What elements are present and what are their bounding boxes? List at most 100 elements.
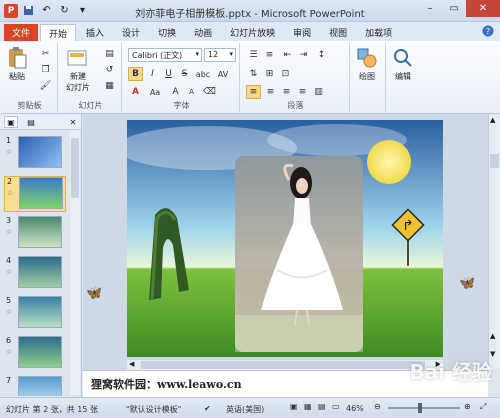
fit-to-window-icon[interactable]: ⤢ <box>480 402 486 412</box>
help-icon[interactable]: ? <box>482 25 494 40</box>
close-pane-icon[interactable]: ✕ <box>66 116 80 128</box>
font-name-value: Calibri (正文) <box>132 51 183 60</box>
section-icon[interactable]: ▦ <box>102 79 117 93</box>
close-button[interactable]: ✕ <box>466 0 500 17</box>
increase-indent-icon[interactable]: ⇥ <box>296 48 311 62</box>
tab-transitions[interactable]: 切换 <box>150 24 184 41</box>
case-button[interactable]: Aa <box>146 85 164 99</box>
grow-font-icon[interactable]: A <box>168 85 183 99</box>
ribbon: 粘贴 ✂ ❐ 🖌 剪贴板 新建 幻灯片 ▤ ↺ ▦ 幻灯片 Calibri (正… <box>0 41 500 114</box>
slide-thumbnail[interactable]: 6 ☆ <box>4 336 66 372</box>
font-size-combo[interactable]: 12 ▾ <box>204 48 236 62</box>
reading-view-icon[interactable]: ▤ <box>318 402 326 411</box>
scrollbar-thumb[interactable] <box>71 138 79 198</box>
cut-icon[interactable]: ✂ <box>38 47 53 61</box>
slide-thumbnail[interactable]: 4 ☆ <box>4 256 66 292</box>
font-color-icon[interactable]: A <box>128 85 143 99</box>
line-spacing-icon[interactable]: ↕ <box>314 48 329 62</box>
slide-thumbnail[interactable]: 3 ☆ <box>4 216 66 252</box>
thumb-number: 7 <box>6 376 12 385</box>
strikethrough-button[interactable]: S <box>177 67 192 81</box>
maximize-button[interactable]: ▭ <box>442 0 466 17</box>
thumb-number: 3 <box>6 216 12 225</box>
tab-slideshow[interactable]: 幻灯片放映 <box>222 24 283 41</box>
slide-thumbnail[interactable]: 1 ☆ <box>4 136 66 172</box>
spacing-button[interactable]: AV <box>214 67 232 81</box>
slide-thumbnail[interactable]: 7 <box>4 376 66 396</box>
drawing-label: 绘图 <box>359 72 375 81</box>
language: 英语(美国) <box>226 405 265 414</box>
slides-group-label: 幻灯片 <box>78 101 103 110</box>
scrollbar-thumb[interactable] <box>141 361 425 369</box>
align-text-icon[interactable]: ⊞ <box>262 67 277 81</box>
tab-review[interactable]: 审阅 <box>285 24 319 41</box>
align-center-icon[interactable]: ≡ <box>263 85 278 99</box>
slide-thumbnail-selected[interactable]: 2 ☆ <box>4 176 66 212</box>
bullets-icon[interactable]: ☰ <box>246 48 261 62</box>
italic-button[interactable]: I <box>145 67 160 81</box>
thumb-number: 1 <box>6 136 12 145</box>
font-name-combo[interactable]: Calibri (正文) ▾ <box>128 48 202 62</box>
scroll-left-icon[interactable]: ◀ <box>129 360 134 368</box>
ribbon-tabs: 文件 开始 插入 设计 切换 动画 幻灯片放映 审阅 视图 加载项 ? <box>0 22 500 41</box>
slide-canvas[interactable]: ↱ <box>127 120 443 357</box>
outline-tab-icon[interactable]: ▤ <box>24 116 38 128</box>
thumb-image <box>18 216 62 248</box>
slideshow-icon[interactable]: ▭ <box>332 402 340 411</box>
slides-tab-icon[interactable]: ▣ <box>4 116 18 128</box>
new-slide-label: 新建 <box>70 72 86 81</box>
bold-button[interactable]: B <box>128 67 143 81</box>
transition-star-icon: ☆ <box>6 148 13 156</box>
previous-slide-icon[interactable]: ▲ <box>490 332 495 340</box>
slide-vertical-scrollbar[interactable]: ▲ ▲ ▼ <box>488 114 500 370</box>
shadow-button[interactable]: abc <box>194 67 212 81</box>
reset-icon[interactable]: ↺ <box>102 63 117 77</box>
editing-button[interactable]: 编辑 <box>392 47 414 82</box>
slide-sorter-icon[interactable]: ▦ <box>304 402 312 411</box>
slide-horizontal-scrollbar[interactable]: ◀ ▶ <box>127 360 443 370</box>
slide-thumbnail[interactable]: 5 ☆ <box>4 296 66 332</box>
zoom-out-icon[interactable]: ⊖ <box>374 402 381 411</box>
format-painter-icon[interactable]: 🖌 <box>38 79 53 93</box>
tab-home[interactable]: 开始 <box>40 24 77 41</box>
align-left-icon[interactable]: ≡ <box>246 85 261 99</box>
tab-insert[interactable]: 插入 <box>78 24 112 41</box>
tab-file[interactable]: 文件 <box>4 24 39 41</box>
layout-icon[interactable]: ▤ <box>102 47 117 61</box>
decrease-indent-icon[interactable]: ⇤ <box>280 48 295 62</box>
justify-icon[interactable]: ≡ <box>295 85 310 99</box>
slides-pane: ▣ ▤ ✕ 1 ☆ 2 ☆ 3 ☆ 4 ☆ 5 ☆ 6 ☆ 7 <box>0 114 82 397</box>
drawing-button[interactable]: 绘图 <box>356 47 378 82</box>
align-right-icon[interactable]: ≡ <box>279 85 294 99</box>
normal-view-icon[interactable]: ▣ <box>290 402 298 411</box>
paste-button[interactable]: 粘贴 <box>6 47 28 82</box>
tab-design[interactable]: 设计 <box>114 24 148 41</box>
spellcheck-icon[interactable]: ✔ <box>204 404 211 413</box>
copy-icon[interactable]: ❐ <box>38 63 53 77</box>
clear-format-icon[interactable]: ⌫ <box>202 85 217 99</box>
thumbnails-scrollbar[interactable] <box>70 130 80 395</box>
tab-addins[interactable]: 加载项 <box>357 24 400 41</box>
columns-icon[interactable]: ▥ <box>311 85 326 99</box>
text-direction-icon[interactable]: ⇅ <box>246 67 261 81</box>
shapes-icon <box>356 47 378 69</box>
smartart-icon[interactable]: ⊡ <box>278 67 293 81</box>
scroll-up-icon[interactable]: ▲ <box>490 116 495 124</box>
zoom-slider[interactable] <box>388 403 460 413</box>
status-bar: 幻灯片 第 2 张，共 15 张 "默认设计模板" ✔ 英语(美国) ▣ ▦ ▤… <box>0 397 500 418</box>
zoom-slider-handle[interactable] <box>418 403 422 413</box>
underline-button[interactable]: U <box>161 67 176 81</box>
tab-animations[interactable]: 动画 <box>186 24 220 41</box>
numbering-icon[interactable]: ≡ <box>262 48 277 62</box>
slide-info: 幻灯片 第 2 张，共 15 张 <box>6 405 98 414</box>
new-slide-label-2: 幻灯片 <box>66 83 90 92</box>
title-bar: P ↶ ↻ ▾ 刘亦菲电子相册模板.pptx - Microsoft Power… <box>0 0 500 22</box>
tab-view[interactable]: 视图 <box>321 24 355 41</box>
minimize-button[interactable]: – <box>418 0 442 17</box>
shrink-font-icon[interactable]: A <box>184 85 199 99</box>
transition-star-icon: ☆ <box>6 348 13 356</box>
thumb-number: 4 <box>6 256 12 265</box>
scrollbar-thumb[interactable] <box>490 154 499 168</box>
new-slide-button[interactable]: 新建 幻灯片 <box>66 47 90 93</box>
zoom-in-icon[interactable]: ⊕ <box>464 402 471 411</box>
